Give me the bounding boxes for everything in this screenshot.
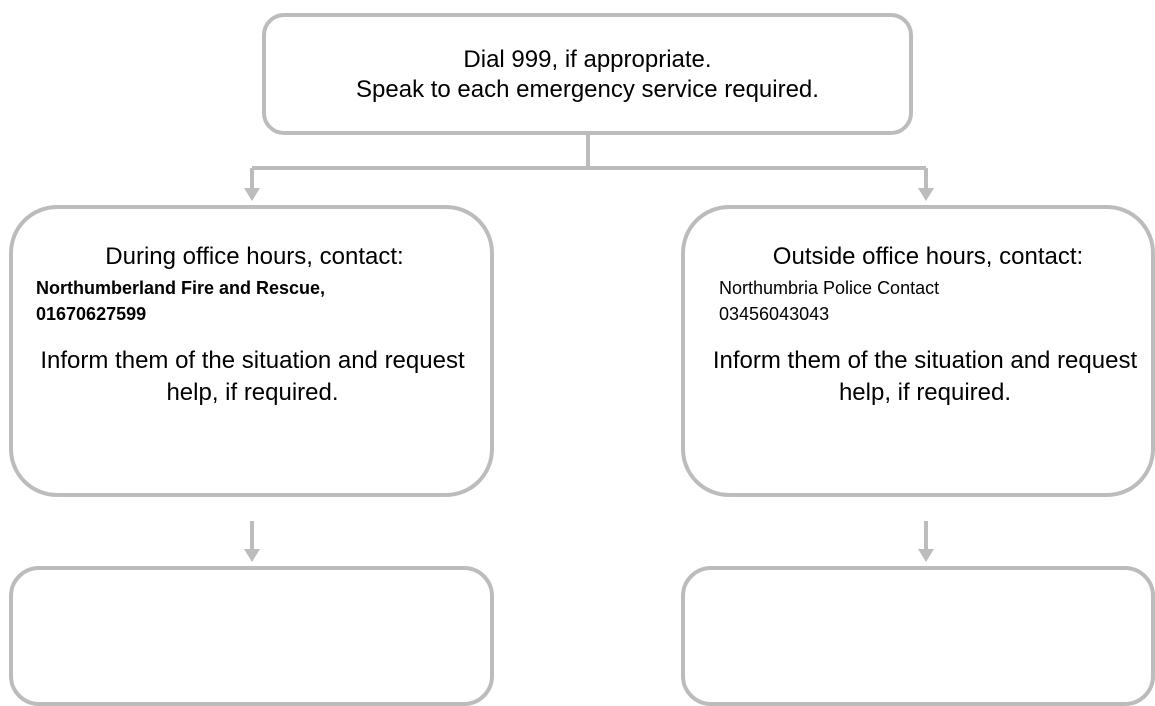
- top-box: Dial 999, if appropriate. Speak to each …: [262, 13, 913, 135]
- arrowhead-right-mid: [918, 188, 934, 201]
- top-box-line2: Speak to each emergency service required…: [356, 76, 819, 103]
- police-contact: Northumbria Police Contact 03456043043: [719, 278, 940, 324]
- outside-hours-next-step-box: [681, 566, 1155, 706]
- outside-hours-heading: Outside office hours, contact:: [772, 243, 1084, 270]
- arrowhead-right-bottom: [918, 549, 934, 562]
- office-hours-instruction: Inform them of the situation and request…: [40, 347, 465, 406]
- arrowhead-left-mid: [244, 188, 260, 201]
- fire-rescue-contact: Northumberland Fire and Rescue, 01670627…: [36, 278, 326, 324]
- office-hours-heading: During office hours, contact:: [105, 243, 404, 270]
- arrowhead-left-bottom: [244, 549, 260, 562]
- outside-hours-instruction: Inform them of the situation and request…: [712, 347, 1138, 406]
- outside-hours-box: Outside office hours, contact: Northumbr…: [681, 205, 1155, 497]
- top-box-line1: Dial 999, if appropriate.: [463, 46, 712, 73]
- office-hours-box: During office hours, contact: Northumber…: [9, 205, 494, 497]
- office-hours-next-step-box: [9, 566, 494, 706]
